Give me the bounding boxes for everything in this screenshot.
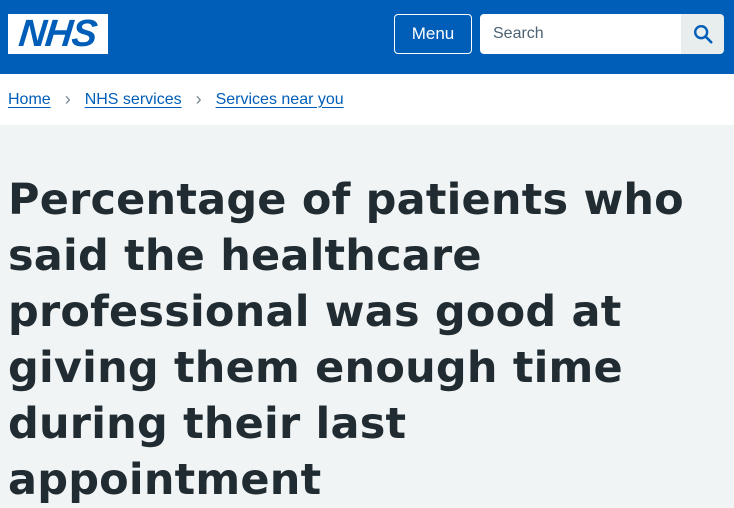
chevron-right-icon: ›: [64, 89, 71, 109]
breadcrumb-home-link[interactable]: Home: [8, 91, 51, 109]
page-title: Percentage of patients who said the heal…: [8, 175, 684, 505]
breadcrumb: Home › NHS services › Services near you: [8, 74, 344, 125]
search-input[interactable]: [480, 14, 681, 54]
search-icon: [693, 25, 713, 44]
site-header: NHS Menu: [0, 0, 734, 74]
menu-button[interactable]: Menu: [394, 14, 472, 54]
breadcrumb-bar: Home › NHS services › Services near you: [0, 74, 734, 125]
nhs-logo[interactable]: NHS: [8, 13, 108, 55]
breadcrumb-nhs-services-link[interactable]: NHS services: [85, 91, 182, 109]
breadcrumb-services-near-you-link[interactable]: Services near you: [216, 91, 344, 109]
chevron-right-icon: ›: [195, 89, 202, 109]
nhs-logo-text: NHS: [17, 13, 99, 55]
search-button[interactable]: [681, 14, 724, 54]
